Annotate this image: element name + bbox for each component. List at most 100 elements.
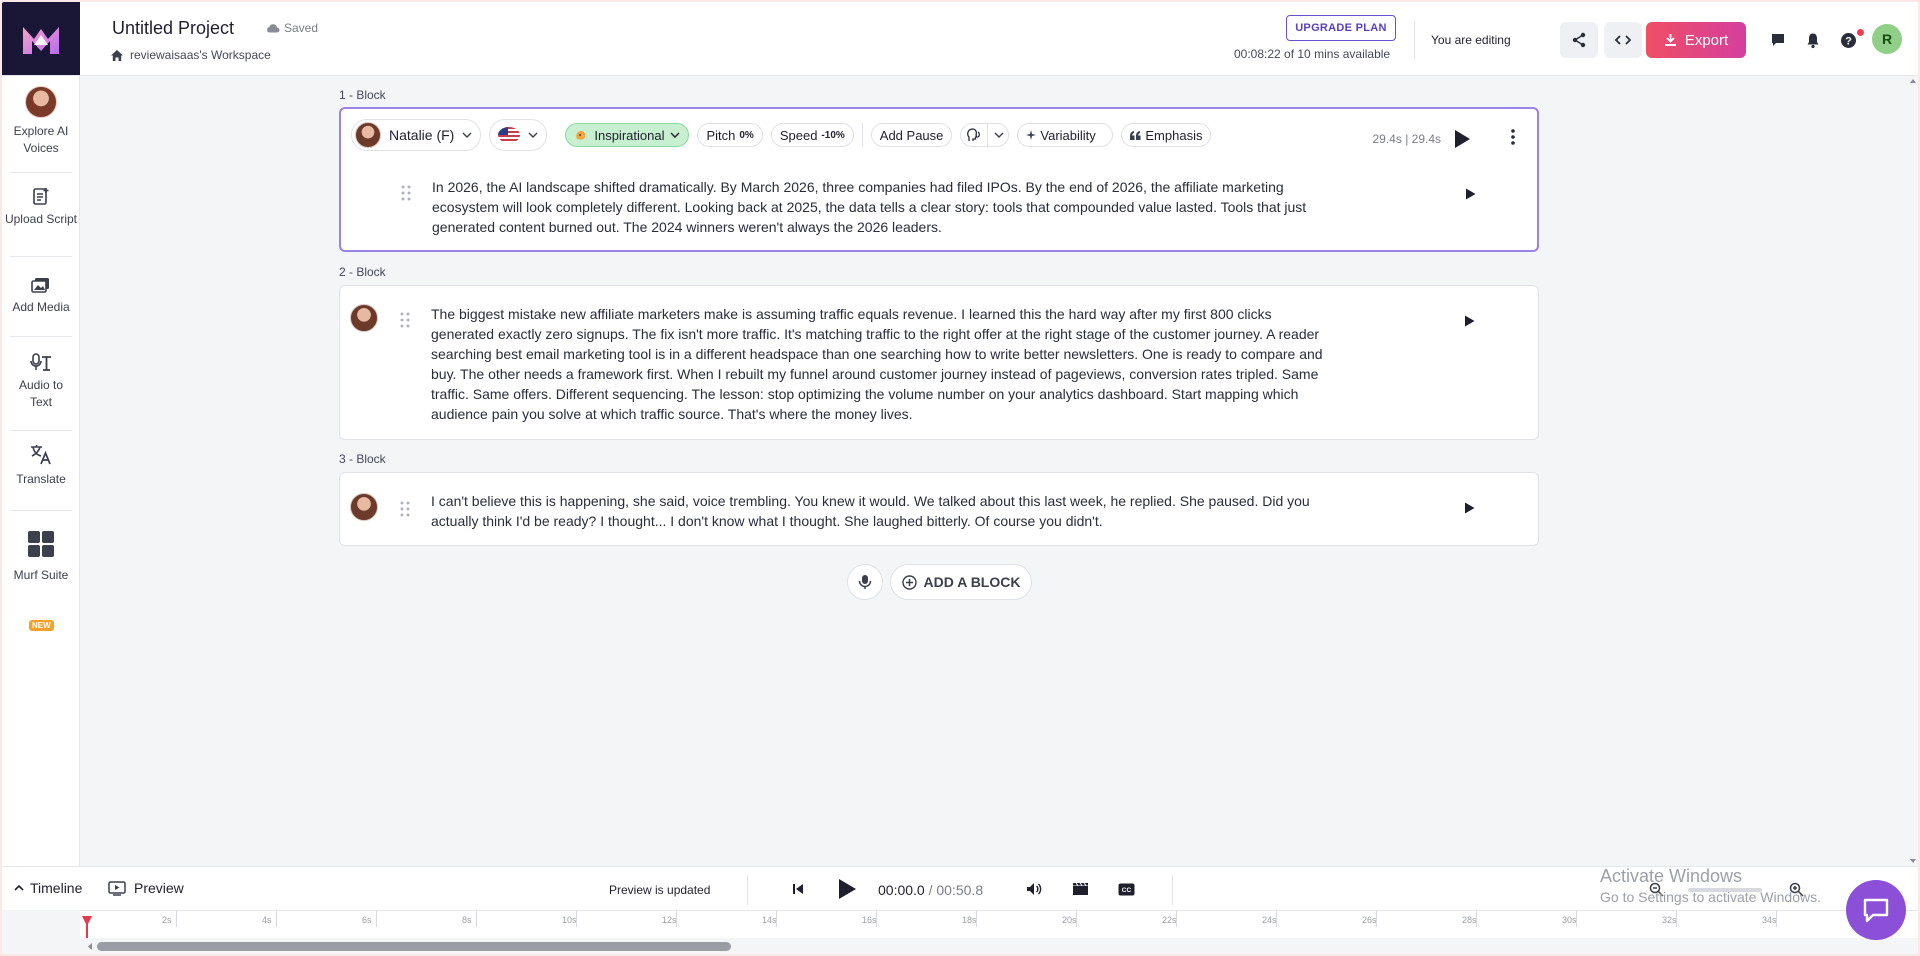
logo-icon — [23, 26, 59, 54]
play-icon — [839, 879, 856, 899]
help-button[interactable]: ? — [1838, 30, 1858, 50]
play-icon — [1465, 315, 1475, 327]
drag-handle[interactable] — [400, 312, 410, 328]
sidebar: Explore AI Voices Upload Script Add Medi… — [2, 76, 80, 866]
add-pause-label: Add Pause — [879, 127, 944, 143]
add-pause-button[interactable]: Add Pause — [870, 123, 953, 147]
add-block-button[interactable]: ADD A BLOCK — [890, 564, 1032, 600]
workspace-name: reviewaisaas's Workspace — [130, 48, 271, 62]
preview-button[interactable]: Preview — [108, 880, 184, 896]
sidebar-item-translate[interactable]: Translate — [2, 442, 80, 488]
ruler-tick: 4s — [262, 911, 277, 927]
cloud-icon — [267, 24, 280, 33]
block-play-button[interactable] — [1453, 129, 1471, 154]
skip-back-button[interactable] — [788, 879, 808, 899]
language-selector[interactable] — [489, 119, 548, 151]
export-button[interactable]: Export — [1646, 22, 1746, 58]
block-menu-button[interactable] — [1511, 129, 1515, 150]
speed-control[interactable]: Speed -10% — [770, 123, 854, 147]
sidebar-divider — [10, 256, 72, 257]
sidebar-item-add-media[interactable]: Add Media — [2, 276, 80, 316]
sentence-play-button[interactable] — [1464, 501, 1475, 519]
ruler-tick: 8s — [462, 911, 477, 927]
app-window: Untitled Project Saved reviewaisaas's Wo… — [2, 2, 1918, 954]
voice-avatar[interactable] — [350, 493, 378, 521]
style-selector[interactable]: Inspirational — [565, 123, 690, 147]
emphasis-label: Emphasis — [1145, 127, 1203, 143]
share-button[interactable] — [1560, 22, 1598, 58]
block-label: 2 - Block — [339, 265, 386, 279]
sidebar-divider — [10, 172, 72, 173]
new-badge: NEW — [29, 620, 54, 631]
sidebar-divider — [10, 510, 72, 511]
style-label: Inspirational — [594, 127, 665, 143]
ruler-tick: 16s — [862, 911, 877, 927]
total-time: 00:50.8 — [936, 882, 984, 898]
project-title[interactable]: Untitled Project — [112, 18, 234, 39]
comments-button[interactable] — [1768, 30, 1788, 50]
speech-head-icon — [967, 128, 981, 141]
sidebar-item-upload-script[interactable]: Upload Script — [2, 186, 80, 228]
captions-button[interactable]: CC — [1116, 879, 1136, 899]
script-block[interactable]: Natalie (F) Inspirational Pitch 0% Speed… — [339, 107, 1539, 252]
upgrade-plan-button[interactable]: UPGRADE PLAN — [1286, 15, 1396, 41]
voice-selector[interactable]: Natalie (F) — [351, 119, 482, 151]
voice-avatar[interactable] — [350, 304, 378, 332]
drag-handle-icon — [400, 312, 410, 328]
sidebar-item-label: Upload Script — [4, 212, 78, 226]
support-chat-button[interactable] — [1846, 880, 1906, 940]
block-text[interactable]: In 2026, the AI landscape shifted dramat… — [432, 177, 1332, 237]
playhead[interactable] — [82, 916, 92, 926]
sidebar-item-label: Explore AI Voices — [13, 124, 69, 155]
scroll-down-icon — [1910, 859, 1916, 863]
script-block[interactable]: The biggest mistake new affiliate market… — [339, 285, 1539, 440]
emphasis-control[interactable]: Emphasis — [1121, 123, 1212, 147]
ruler-tick: 14s — [762, 911, 777, 927]
drag-handle[interactable] — [400, 501, 410, 517]
chevron-down-icon — [528, 132, 538, 138]
timeline-ruler[interactable]: 2s 4s 6s 8s 10s 12s 14s 16s 18s 20s 22s 24s 26s 28s 30… — [80, 910, 1918, 938]
share-icon — [1572, 32, 1586, 48]
murf-logo[interactable] — [2, 2, 80, 75]
pitch-control[interactable]: Pitch 0% — [697, 123, 763, 147]
variability-control[interactable]: Variability — [1017, 123, 1114, 147]
microphone-icon — [858, 575, 872, 589]
ruler-tick: 34s — [1762, 911, 1777, 927]
sidebar-item-murf-suite[interactable]: Murf Suite — [2, 530, 80, 584]
bar-divider — [747, 875, 748, 905]
sidebar-item-audio-to-text[interactable]: Audio to Text — [2, 352, 80, 411]
suite-icon — [28, 531, 54, 557]
play-pause-button[interactable] — [835, 877, 859, 901]
voice-record-button[interactable] — [847, 564, 883, 600]
embed-code-button[interactable] — [1604, 22, 1642, 58]
sentence-play-button[interactable] — [1464, 314, 1475, 332]
ruler-tick: 22s — [1162, 911, 1177, 927]
sentence-play-button[interactable] — [1465, 187, 1476, 205]
script-block[interactable]: I can't believe this is happening, she s… — [339, 472, 1539, 546]
help-icon: ? — [1840, 32, 1856, 48]
play-icon — [1466, 188, 1476, 200]
block-text[interactable]: I can't believe this is happening, she s… — [431, 491, 1331, 531]
add-block-label: ADD A BLOCK — [923, 574, 1021, 590]
pronunciation-button[interactable] — [960, 123, 1010, 147]
timeline-scrollbar[interactable] — [97, 942, 731, 951]
notifications-button[interactable] — [1803, 30, 1823, 50]
skip-back-icon — [793, 884, 803, 894]
workspace-breadcrumb[interactable]: reviewaisaas's Workspace — [110, 48, 271, 62]
vertical-scrollbar[interactable] — [1908, 76, 1918, 866]
ruler-tick: 24s — [1262, 911, 1277, 927]
quote-icon — [1130, 130, 1141, 140]
clapperboard-icon — [1072, 882, 1088, 895]
block-text[interactable]: The biggest mistake new affiliate market… — [431, 304, 1331, 424]
sidebar-item-explore-voices[interactable]: Explore AI Voices — [2, 86, 80, 157]
volume-button[interactable] — [1024, 879, 1044, 899]
voice-name: Natalie (F) — [389, 127, 455, 143]
plus-circle-icon — [901, 574, 917, 590]
block-toolbar: Natalie (F) Inspirational Pitch 0% Speed… — [351, 119, 1212, 151]
video-button[interactable] — [1070, 879, 1090, 899]
drag-handle[interactable] — [401, 185, 411, 201]
timeline-toggle[interactable]: Timeline — [14, 880, 82, 896]
user-avatar[interactable]: R — [1872, 24, 1902, 54]
header-divider — [1414, 22, 1415, 58]
top-bar: Untitled Project Saved reviewaisaas's Wo… — [2, 2, 1918, 76]
